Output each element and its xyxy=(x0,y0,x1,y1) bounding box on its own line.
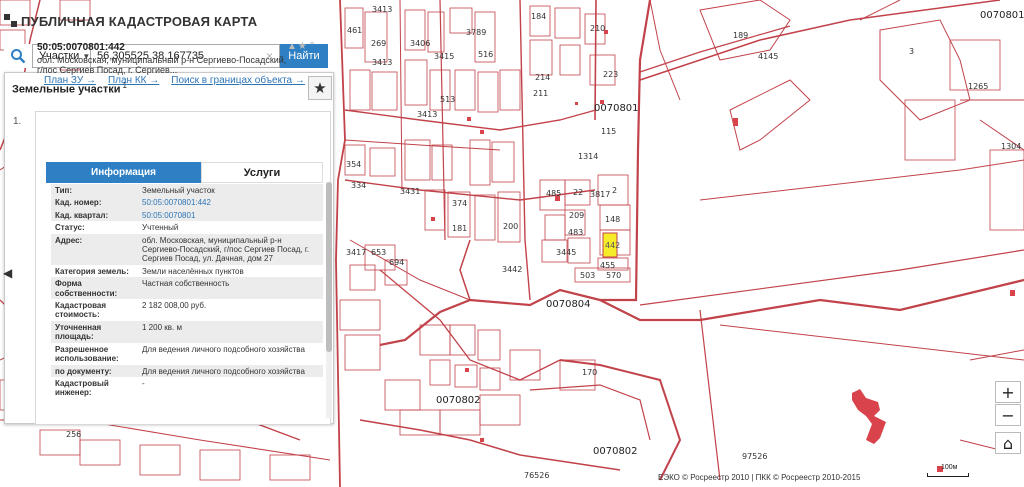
zoom-in-button[interactable]: + xyxy=(995,381,1021,403)
parcel-label: 3442 xyxy=(502,265,523,274)
parcel-label: 3431 xyxy=(400,187,421,196)
collapse-panel-icon[interactable]: ◀ xyxy=(3,266,12,280)
map-quarter-label: 0070802 xyxy=(593,446,638,457)
parcel-label: 181 xyxy=(452,224,468,233)
parcel-label-selected: 442 xyxy=(605,241,621,250)
map-attribution: ЕЭКО © Росреестр 2010 | ПКК © Росреестр … xyxy=(658,473,861,482)
parcel-label: 209 xyxy=(569,211,585,220)
parcel-label: 3 xyxy=(909,47,915,56)
tab-information[interactable]: Информация xyxy=(46,162,201,183)
property-row: Категория земель: Земли населённых пункто… xyxy=(55,266,244,276)
parcel-label: 354 xyxy=(346,160,362,169)
plan-kk-link[interactable]: План КК → xyxy=(108,75,159,86)
property-row: Статус: Учтенный xyxy=(55,223,179,233)
parcel-label: 115 xyxy=(601,127,617,136)
parcel-label: 334 xyxy=(351,181,367,190)
parcel-label: 503 xyxy=(580,271,596,280)
result-address: обл. Московская, муниципальный р-н Серги… xyxy=(37,55,287,75)
zoom-controls: + − ⌂ xyxy=(995,381,1021,455)
property-row: Кад. номер: 50:05:0070801:442 xyxy=(51,196,323,209)
property-row: по документу: Для ведения личного подсобн… xyxy=(51,364,323,377)
parcel-label: 2 xyxy=(612,186,618,195)
parcel-label: 483 xyxy=(568,228,584,237)
app-title: ПУБЛИЧНАЯ КАДАСТРОВАЯ КАРТА xyxy=(21,13,258,29)
parcel-label: 694 xyxy=(389,258,405,267)
panel-scrollbar[interactable] xyxy=(326,182,332,418)
parcel-label: 189 xyxy=(733,31,749,40)
plan-zu-link[interactable]: План ЗУ → xyxy=(44,75,96,86)
parcel-label: 3817 xyxy=(590,190,611,199)
map-quarter-label: 0070804 xyxy=(546,299,591,310)
property-row: Разрешенное использование: Для ведения ли… xyxy=(55,344,305,364)
zoom-out-button[interactable]: − xyxy=(995,404,1021,426)
result-tabs: Информация Услуги xyxy=(46,162,323,183)
map-scale: 100м xyxy=(927,464,969,478)
parcel-label: 570 xyxy=(606,271,622,280)
app-logo-icon xyxy=(3,13,19,29)
parcel-label: 485 xyxy=(546,189,562,198)
properties-table: Тип: Земельный участок Кад. номер: 50:05:0… xyxy=(51,184,323,399)
parcel-label: 653 xyxy=(371,248,387,257)
parcel-label: 3413 xyxy=(372,58,393,67)
parcel-label: 269 xyxy=(371,39,387,48)
parcel-label: 4145 xyxy=(758,52,779,61)
map-quarter-label: 0070802 xyxy=(436,395,481,406)
scale-label: 100м xyxy=(941,464,958,471)
result-index: 1. xyxy=(13,116,22,127)
property-row: Форма собственности: Частная собственност… xyxy=(51,277,323,300)
parcel-label: 97526 xyxy=(742,452,768,461)
parcel-label: 3789 xyxy=(466,28,487,37)
parcel-label: 22 xyxy=(573,188,584,197)
parcel-label: 455 xyxy=(600,261,616,270)
app-header: ПУБЛИЧНАЯ КАДАСТРОВАЯ КАРТА xyxy=(0,10,257,32)
property-row: Уточненная площадь: 1 200 кв. м xyxy=(51,320,323,343)
parcel-label: 3417 xyxy=(346,248,367,257)
parcel-label: 1314 xyxy=(578,152,599,161)
parcel-label: 210 xyxy=(590,24,606,33)
result-actions-icon[interactable]: ▲★⌃ xyxy=(287,41,317,52)
property-row: Кадастровый инженер: - xyxy=(55,378,145,398)
result-links: План ЗУ → План КК → Поиск в границах объ… xyxy=(44,75,305,86)
parcel-label: 374 xyxy=(452,199,468,208)
search-icon[interactable] xyxy=(4,44,32,68)
parcel-label: 3413 xyxy=(417,110,438,119)
parcel-label: 76526 xyxy=(524,471,550,480)
property-row: Тип: Земельный участок xyxy=(51,184,323,197)
parcel-label: 3445 xyxy=(556,248,577,257)
parcel-label: 3406 xyxy=(410,39,431,48)
parcel-label: 461 xyxy=(347,26,363,35)
property-row: Кадастровая стоимость: 2 182 008,00 руб. xyxy=(55,301,207,320)
parcel-label: 214 xyxy=(535,73,551,82)
search-in-bounds-link[interactable]: Поиск в границах объекта → xyxy=(171,75,305,86)
parcel-label: 256 xyxy=(66,430,82,439)
property-row: Адрес: обл. Московская, муниципальный р-н… xyxy=(51,233,323,265)
parcel-label: 3413 xyxy=(372,5,393,14)
parcel-label: 3415 xyxy=(434,52,455,61)
map-quarter-label: 0070801 xyxy=(594,103,639,114)
parcel-label: 1304 xyxy=(1001,142,1022,151)
parcel-label: 184 xyxy=(531,12,547,21)
parcel-label: 148 xyxy=(605,215,621,224)
parcel-label: 200 xyxy=(503,222,519,231)
result-number[interactable]: 50:05:0070801:442 xyxy=(37,42,125,53)
parcel-label: 1265 xyxy=(968,82,989,91)
parcel-label: 513 xyxy=(440,95,456,104)
tab-services[interactable]: Услуги xyxy=(201,162,323,183)
map-quarter-label: 0070801 xyxy=(980,10,1024,21)
parcel-label: 516 xyxy=(478,50,494,59)
parcel-label: 211 xyxy=(533,89,549,98)
scale-bar xyxy=(927,473,969,477)
scrollbar-thumb[interactable] xyxy=(326,182,332,352)
parcel-label: 170 xyxy=(582,368,598,377)
star-icon[interactable]: ★ xyxy=(308,76,332,100)
property-row: Кад. квартал: 50:05:0070801 xyxy=(51,208,323,222)
home-icon[interactable]: ⌂ xyxy=(995,432,1021,454)
parcel-label: 223 xyxy=(603,70,619,79)
